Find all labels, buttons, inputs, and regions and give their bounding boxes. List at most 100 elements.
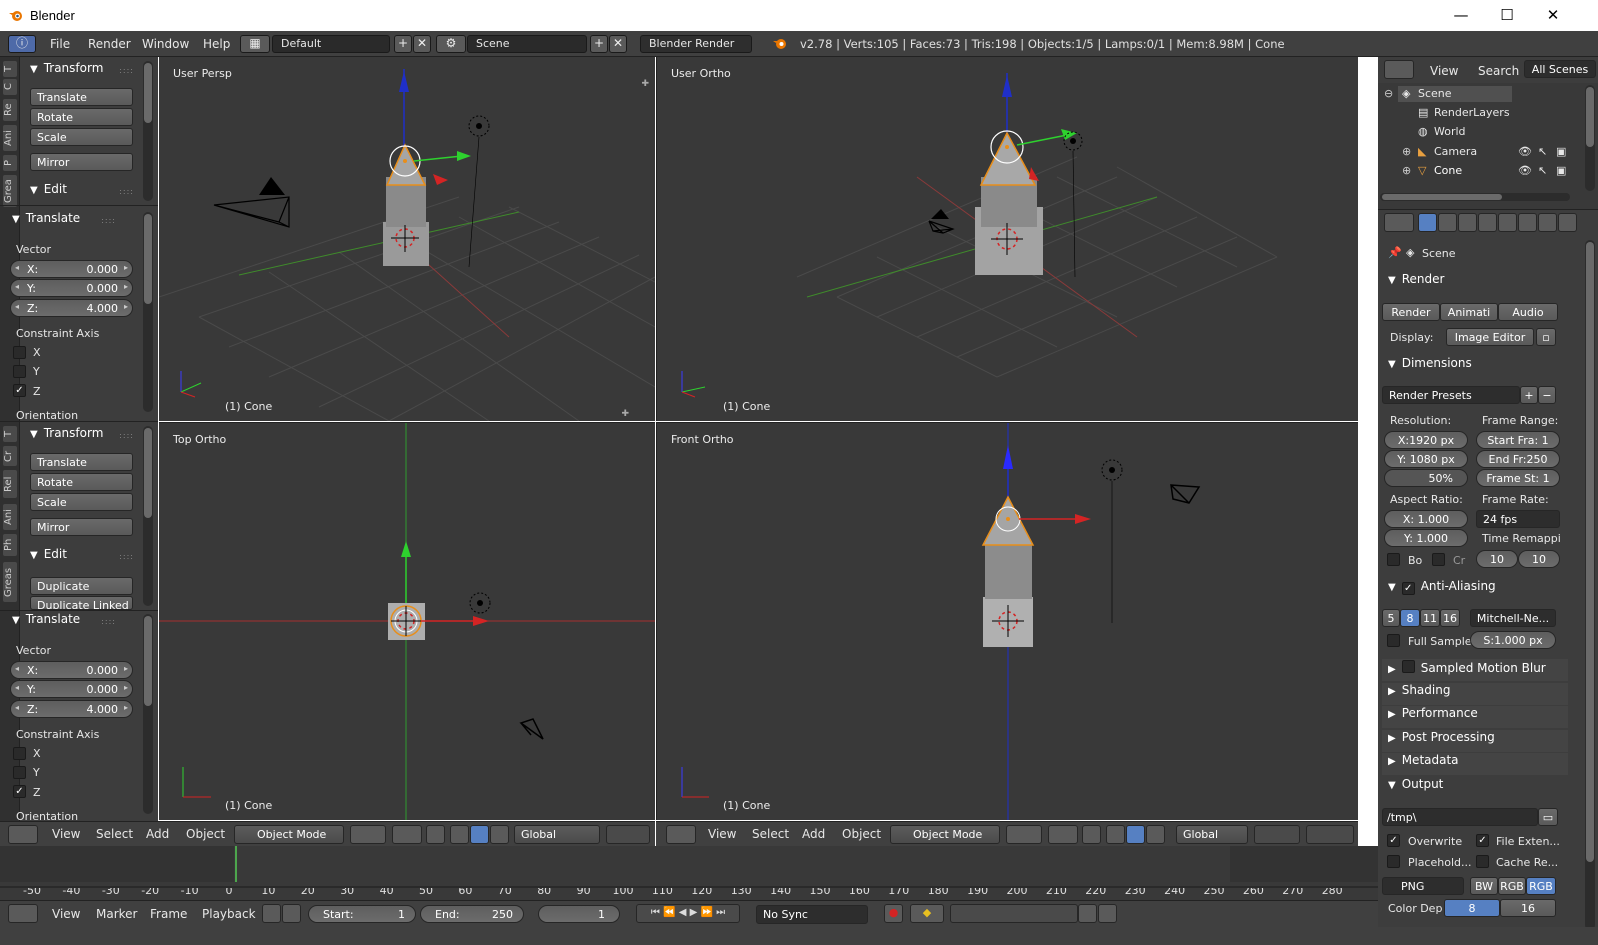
tab-physics-2[interactable]: Ph [3,534,17,556]
shelf-scrollbar-2[interactable] [143,426,153,606]
scene-remove-button[interactable]: ✕ [609,35,627,53]
tab-grease-pencil-2[interactable]: Greas [3,562,17,602]
viewport-top-ortho[interactable]: Top Ortho (1) Cone [159,422,655,820]
sync-mode-select[interactable]: No Sync [756,905,868,924]
rotate-button[interactable]: Rotate [30,108,133,126]
color-rgba-button[interactable]: RGB [1526,877,1556,895]
start-frame-field[interactable]: Start Fra: 1 [1476,431,1560,449]
outliner-filter-select[interactable]: All Scenes [1524,60,1596,78]
tab-relations-2[interactable]: Rel [3,470,17,498]
operator-scrollbar[interactable] [143,212,153,412]
folder-icon[interactable]: ▭ [1538,808,1558,826]
menu-render[interactable]: Render [88,37,131,51]
menu-add[interactable]: Add [146,827,169,841]
select-cursor-icon[interactable]: ↖ [1538,145,1547,158]
lock-frame-icon[interactable] [282,904,301,923]
aa-filter-select[interactable]: Mitchell-Ne... [1470,609,1556,627]
keying-set-select[interactable] [950,904,1078,923]
vector-y-field-2[interactable]: ◂ Y: 0.000 ▸ [10,680,133,698]
layout-remove-button[interactable]: ✕ [413,35,431,53]
mirror-button[interactable]: Mirror [30,153,133,171]
operator-panel-header-2[interactable]: ▼ Translate:::: [4,612,120,632]
tab-physics[interactable]: P [3,155,17,171]
rotate-manipulator-icon[interactable] [1126,825,1145,844]
render-tab-icon[interactable] [1418,213,1437,232]
tab-tools-2[interactable]: T [3,426,17,442]
outliner-item-world[interactable]: World [1434,125,1466,138]
operator-panel-header[interactable]: ▼ Translate:::: [4,211,120,231]
timeline-editor-icon[interactable] [8,904,38,923]
constraint-y-checkbox-2[interactable] [13,766,26,779]
translate-manipulator-icon[interactable] [450,825,469,844]
properties-editor-icon[interactable] [1384,213,1414,232]
start-frame-field[interactable]: Start: 1 [308,905,416,923]
transform-orientation-select[interactable]: Global [514,825,600,844]
color-bw-button[interactable]: BW [1470,877,1498,895]
translate-button-2[interactable]: Translate [30,453,133,471]
aa-samples-5[interactable]: 5 [1382,609,1400,627]
render-presets-select[interactable]: Render Presets [1382,386,1520,404]
info-editor-type-icon[interactable]: ⓘ [8,35,36,53]
modifiers-tab-icon[interactable] [1538,213,1557,232]
vector-z-field-2[interactable]: ◂ Z: 4.000 ▸ [10,700,133,718]
layout-field[interactable]: Default [272,35,390,53]
post-processing-section-header[interactable]: ▶ Post Processing [1382,730,1568,752]
pivot-icon[interactable] [1048,825,1078,844]
mode-select[interactable]: Object Mode [890,825,1000,844]
display-select[interactable]: Image Editor [1446,328,1534,346]
manipulator-icon[interactable] [426,825,445,844]
outliner-editor-icon[interactable] [1384,60,1414,79]
menu-select[interactable]: Select [752,827,789,841]
resolution-x-field[interactable]: X:1920 px [1384,431,1468,449]
aa-samples-16[interactable]: 16 [1440,609,1460,627]
crop-checkbox[interactable] [1432,553,1445,566]
tab-relations[interactable]: Re [3,99,17,121]
render-engine-select[interactable]: Blender Render [640,35,752,53]
scale-manipulator-icon[interactable] [490,825,509,844]
select-cursor-icon[interactable]: ↖ [1538,164,1547,177]
outliner-scrollbar[interactable] [1585,85,1595,191]
outliner-item-renderlayers[interactable]: RenderLayers [1434,106,1510,119]
vector-x-field-2[interactable]: ◂ X: 0.000 ▸ [10,661,133,679]
cone-expand-icon[interactable]: ⊕ [1402,164,1411,177]
frame-rate-select[interactable]: 24 fps [1476,510,1560,528]
aa-samples-11[interactable]: 11 [1420,609,1440,627]
cache-result-checkbox[interactable] [1476,855,1489,868]
shelf-scrollbar[interactable] [143,61,153,201]
filter-size-field[interactable]: S:1.000 px [1470,631,1556,649]
world-tab-icon[interactable] [1478,213,1497,232]
viewport-user-ortho[interactable]: User Ortho (1) Cone [656,57,1358,421]
tab-animation-2[interactable]: Ani [3,504,17,530]
record-icon[interactable]: ● [884,904,903,923]
duplicate-button[interactable]: Duplicate [30,577,133,595]
timeline-menu-playback[interactable]: Playback [202,907,256,921]
layers-icon[interactable] [606,825,650,844]
viewport-user-persp[interactable]: User Persp (1) Cone ✚ ✚ [159,57,655,421]
menu-view[interactable]: View [52,827,80,841]
operator-scrollbar-2[interactable] [143,614,153,814]
preset-add-button[interactable]: + [1520,386,1538,404]
manipulator-icon[interactable] [1082,825,1101,844]
menu-view[interactable]: View [708,827,736,841]
render-camera-icon[interactable]: ▣ [1556,164,1566,177]
layers-icon[interactable] [1306,825,1354,844]
layout-icon[interactable]: ▦ [240,35,270,53]
metadata-section-header[interactable]: ▶ Metadata [1382,753,1568,775]
aa-samples-8[interactable]: 8 [1400,609,1420,627]
menu-file[interactable]: File [50,37,70,51]
output-path-field[interactable]: /tmp\ [1382,808,1538,826]
close-button[interactable]: ✕ [1530,0,1576,31]
timeline[interactable]: -50 -40 -30 -20 -10 0 10 20 30 40 50 60 70 80 90 100 110… [0,846,1378,900]
overwrite-checkbox[interactable]: ✓ [1387,834,1400,847]
outliner-menu-view[interactable]: View [1430,64,1458,78]
render-image-button[interactable]: Render [1382,303,1440,321]
tab-tools[interactable]: T [3,61,17,77]
keying-icon[interactable]: ◆ [910,904,944,923]
mode-select[interactable]: Object Mode [234,825,344,844]
mirror-button-2[interactable]: Mirror [30,518,133,536]
scene-add-button[interactable]: + [590,35,608,53]
rotate-button-2[interactable]: Rotate [30,473,133,491]
vector-z-field[interactable]: ◂ Z: 4.000 ▸ [10,299,133,317]
render-camera-icon[interactable]: ▣ [1556,145,1566,158]
time-remap-old-field[interactable]: 10 [1476,550,1518,568]
